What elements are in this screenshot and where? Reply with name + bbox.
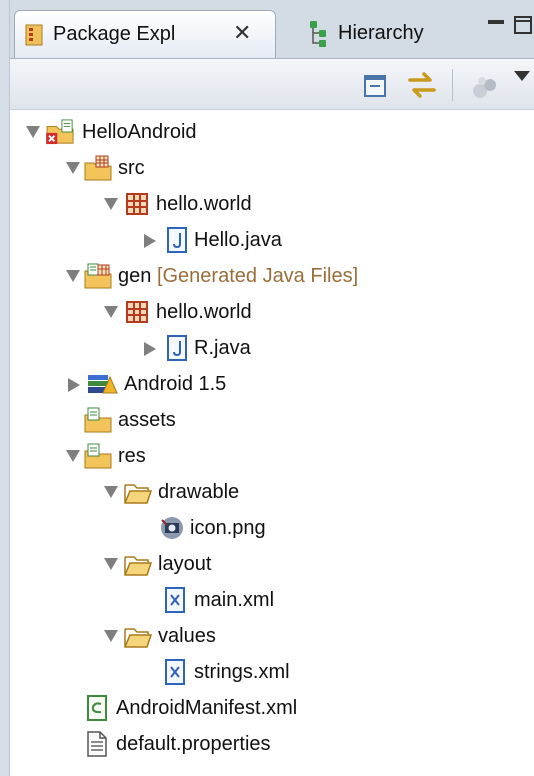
folder-icon xyxy=(84,443,112,469)
folder-decoration: [Generated Java Files] xyxy=(156,265,359,287)
view-menu-icon[interactable] xyxy=(514,71,530,81)
hierarchy-icon xyxy=(310,21,326,47)
tree-item-src[interactable]: src xyxy=(10,150,534,186)
tab-bar: Package Expl ✕ Hierarchy xyxy=(10,0,534,58)
image-file-icon xyxy=(161,517,183,539)
tree-item-folder-layout[interactable]: layout xyxy=(10,546,534,582)
expand-arrow-icon[interactable] xyxy=(66,162,80,174)
android-project-icon xyxy=(46,119,74,145)
collapse-arrow-icon[interactable] xyxy=(144,342,156,356)
tree-item-label: HelloAndroid xyxy=(82,121,197,143)
tree-item-gen[interactable]: gen [Generated Java Files] xyxy=(10,258,534,294)
package-explorer-icon xyxy=(25,24,43,46)
expand-arrow-icon[interactable] xyxy=(104,558,118,570)
view-border xyxy=(0,0,10,776)
tree-item-folder-values[interactable]: values xyxy=(10,618,534,654)
minimize-icon[interactable] xyxy=(488,20,504,24)
close-icon[interactable]: ✕ xyxy=(233,20,251,46)
tree-item-label: strings.xml xyxy=(194,661,290,683)
expand-arrow-icon[interactable] xyxy=(66,450,80,462)
tree-item-label: default.properties xyxy=(116,733,271,755)
tab-hierarchy[interactable]: Hierarchy xyxy=(286,10,466,58)
package-icon xyxy=(126,301,148,323)
toolbar-separator xyxy=(452,69,453,101)
filters-icon[interactable] xyxy=(470,73,500,101)
tree-item-label: assets xyxy=(118,409,176,431)
tree-item-label: AndroidManifest.xml xyxy=(116,697,298,719)
open-folder-icon xyxy=(124,484,152,504)
project-tree: HelloAndroid src hello.world Hello.java … xyxy=(10,110,534,776)
tree-item-label: src xyxy=(118,157,145,179)
xml-file-icon xyxy=(165,659,185,685)
collapse-arrow-icon[interactable] xyxy=(144,234,156,248)
tree-item-label: R.java xyxy=(194,337,251,359)
generated-source-folder-icon xyxy=(84,263,112,289)
tree-item-label: res xyxy=(118,445,146,467)
tree-item-label: Android 1.5 xyxy=(124,373,227,395)
tree-item-label: values xyxy=(158,625,216,647)
manifest-file-icon xyxy=(87,695,107,721)
java-file-icon xyxy=(167,335,187,361)
open-folder-icon xyxy=(124,628,152,648)
tree-item-assets[interactable]: assets xyxy=(10,402,534,438)
expand-arrow-icon[interactable] xyxy=(104,630,118,642)
expand-arrow-icon[interactable] xyxy=(66,270,80,282)
xml-file-icon xyxy=(165,587,185,613)
expand-arrow-icon[interactable] xyxy=(104,486,118,498)
maximize-icon[interactable] xyxy=(514,16,532,34)
link-with-editor-icon[interactable] xyxy=(406,69,438,101)
tree-item-xml-file[interactable]: strings.xml xyxy=(10,654,534,690)
tree-item-label: icon.png xyxy=(190,517,266,539)
tree-item-package[interactable]: hello.world xyxy=(10,186,534,222)
tree-item-library[interactable]: Android 1.5 xyxy=(10,366,534,402)
tree-item-label: Hello.java xyxy=(194,229,282,251)
text-file-icon xyxy=(87,731,107,757)
tree-item-label: hello.world xyxy=(156,193,252,215)
tree-item-folder-drawable[interactable]: drawable xyxy=(10,474,534,510)
java-file-icon xyxy=(167,227,187,253)
tab-package-explorer[interactable]: Package Expl ✕ xyxy=(14,10,276,58)
tree-item-res[interactable]: res xyxy=(10,438,534,474)
expand-arrow-icon[interactable] xyxy=(104,198,118,210)
tree-item-image-file[interactable]: icon.png xyxy=(10,510,534,546)
collapse-all-icon[interactable] xyxy=(364,75,386,97)
tree-item-manifest[interactable]: AndroidManifest.xml xyxy=(10,690,534,726)
package-icon xyxy=(126,193,148,215)
tree-item-label: layout xyxy=(158,553,212,575)
tree-item-java-file[interactable]: Hello.java xyxy=(10,222,534,258)
folder-icon xyxy=(84,407,112,433)
tree-item-label: hello.world xyxy=(156,301,252,323)
source-folder-icon xyxy=(84,155,112,181)
expand-arrow-icon[interactable] xyxy=(26,126,40,138)
view-toolbar xyxy=(10,58,534,110)
open-folder-icon xyxy=(124,556,152,576)
tab-label: Hierarchy xyxy=(338,22,424,44)
collapse-arrow-icon[interactable] xyxy=(68,378,80,392)
tree-item-label: drawable xyxy=(158,481,240,503)
package-explorer-view: Package Expl ✕ Hierarchy HelloAndroid sr… xyxy=(0,0,534,776)
tree-item-package[interactable]: hello.world xyxy=(10,294,534,330)
tree-item-label: main.xml xyxy=(194,589,275,611)
tab-label: Package Expl xyxy=(53,23,176,45)
tree-item-project[interactable]: HelloAndroid xyxy=(10,114,534,150)
library-icon xyxy=(88,375,118,394)
tree-item-java-file[interactable]: R.java xyxy=(10,330,534,366)
folder-name: gen xyxy=(118,265,152,287)
tree-item-label: gen [Generated Java Files] xyxy=(118,262,358,290)
expand-arrow-icon[interactable] xyxy=(104,306,118,318)
tree-item-properties[interactable]: default.properties xyxy=(10,726,534,762)
tree-item-xml-file[interactable]: main.xml xyxy=(10,582,534,618)
